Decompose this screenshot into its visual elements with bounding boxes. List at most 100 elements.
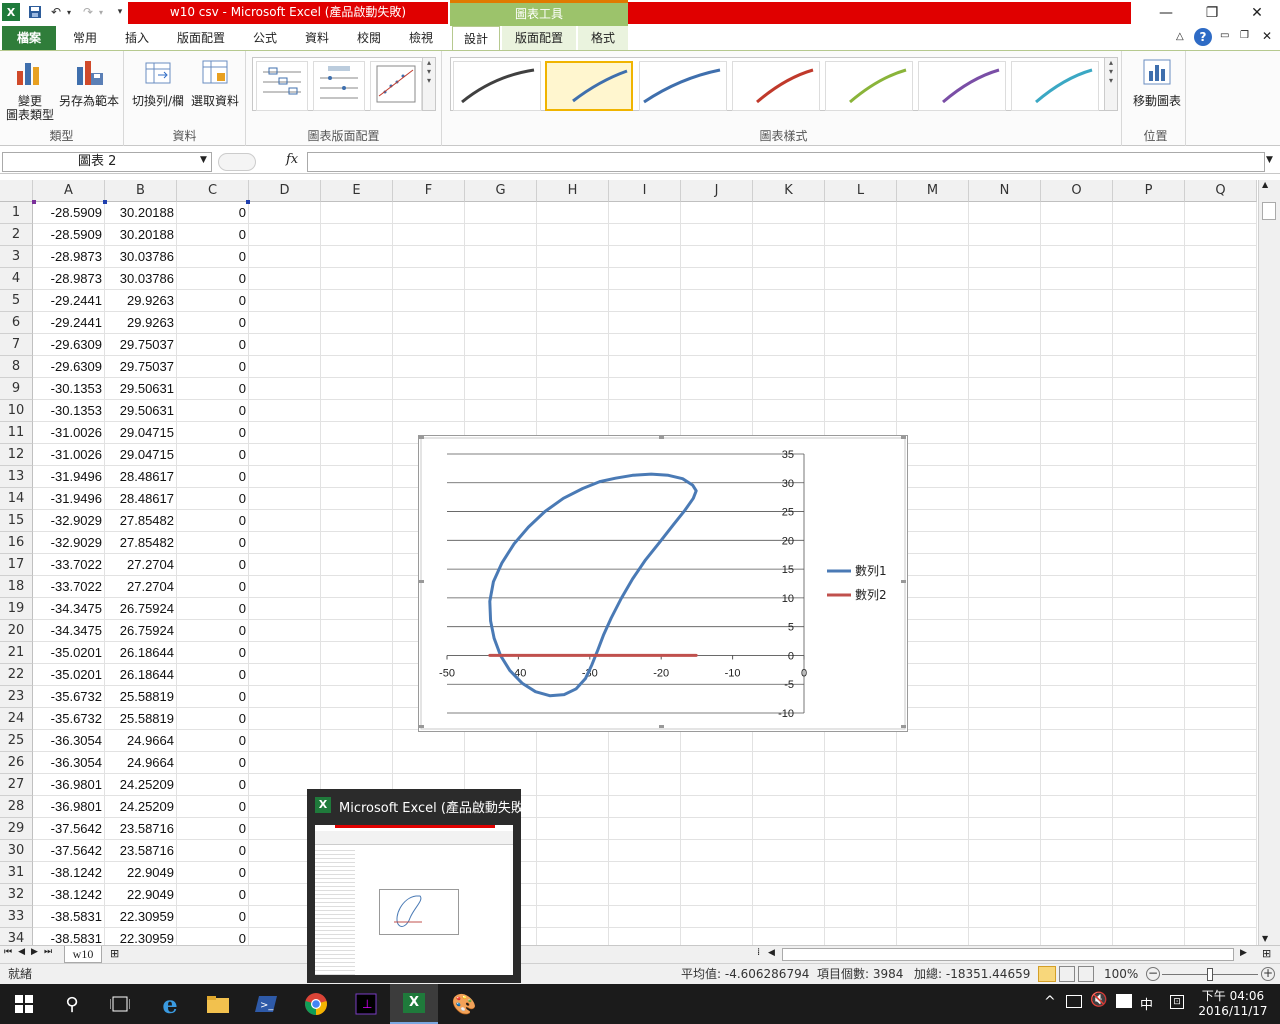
cell-empty[interactable] [825, 356, 897, 378]
cell-empty[interactable] [681, 796, 753, 818]
cell-empty[interactable] [753, 928, 825, 945]
split-tab-handle[interactable]: ⁞ [757, 947, 760, 958]
cell-empty[interactable] [249, 422, 321, 444]
cell-empty[interactable] [465, 224, 537, 246]
cell-empty[interactable] [825, 862, 897, 884]
row-header[interactable]: 22 [0, 664, 33, 686]
column-header-m[interactable]: M [897, 180, 969, 202]
row-header[interactable]: 8 [0, 356, 33, 378]
move-chart-button[interactable]: 移動圖表 [1128, 57, 1186, 108]
cell-empty[interactable] [465, 378, 537, 400]
cell-empty[interactable] [969, 884, 1041, 906]
cell-c8[interactable]: 0 [177, 356, 249, 378]
cell-empty[interactable] [321, 246, 393, 268]
cell-empty[interactable] [465, 202, 537, 224]
select-all-corner[interactable] [0, 180, 33, 202]
cell-empty[interactable] [969, 356, 1041, 378]
cell-empty[interactable] [969, 290, 1041, 312]
row-header[interactable]: 15 [0, 510, 33, 532]
tab-view[interactable]: 檢視 [396, 26, 446, 50]
tab-design[interactable]: 設計 [452, 26, 500, 51]
row-header[interactable]: 18 [0, 576, 33, 598]
cell-empty[interactable] [753, 268, 825, 290]
cell-empty[interactable] [321, 532, 393, 554]
cell-empty[interactable] [1185, 928, 1257, 945]
cell-a2[interactable]: -28.5909 [33, 224, 105, 246]
cell-empty[interactable] [393, 356, 465, 378]
row-header[interactable]: 11 [0, 422, 33, 444]
cell-empty[interactable] [1113, 422, 1185, 444]
cell-b15[interactable]: 27.85482 [105, 510, 177, 532]
cell-a6[interactable]: -29.2441 [33, 312, 105, 334]
cell-empty[interactable] [249, 290, 321, 312]
cell-b18[interactable]: 27.2704 [105, 576, 177, 598]
cell-empty[interactable] [1041, 598, 1113, 620]
cell-empty[interactable] [753, 400, 825, 422]
cell-empty[interactable] [681, 202, 753, 224]
task-view-icon[interactable] [96, 984, 144, 1024]
cell-empty[interactable] [1185, 268, 1257, 290]
cell-empty[interactable] [969, 906, 1041, 928]
cell-empty[interactable] [969, 268, 1041, 290]
cell-empty[interactable] [1041, 620, 1113, 642]
row-header[interactable]: 6 [0, 312, 33, 334]
cell-empty[interactable] [609, 884, 681, 906]
cell-empty[interactable] [249, 356, 321, 378]
undo-icon[interactable]: ↶ [48, 3, 64, 21]
cell-empty[interactable] [825, 378, 897, 400]
column-header-h[interactable]: H [537, 180, 609, 202]
cell-empty[interactable] [321, 686, 393, 708]
cell-empty[interactable] [393, 378, 465, 400]
cell-empty[interactable] [393, 290, 465, 312]
cell-c25[interactable]: 0 [177, 730, 249, 752]
cell-empty[interactable] [537, 356, 609, 378]
tab-home[interactable]: 常用 [60, 26, 110, 50]
scroll-left-icon[interactable]: ◀ [768, 948, 775, 958]
cell-empty[interactable] [1041, 862, 1113, 884]
cell-empty[interactable] [249, 642, 321, 664]
cell-empty[interactable] [393, 730, 465, 752]
cell-empty[interactable] [1041, 466, 1113, 488]
notification-icon[interactable] [1116, 994, 1132, 1008]
cell-empty[interactable] [969, 400, 1041, 422]
cell-b1[interactable]: 30.20188 [105, 202, 177, 224]
scroll-right-icon[interactable]: ▶ [1240, 948, 1247, 958]
cell-empty[interactable] [537, 730, 609, 752]
cell-b21[interactable]: 26.18644 [105, 642, 177, 664]
scroll-up-icon[interactable]: ▲ [1262, 180, 1268, 189]
cell-empty[interactable] [1113, 202, 1185, 224]
cell-c7[interactable]: 0 [177, 334, 249, 356]
cell-empty[interactable] [1041, 334, 1113, 356]
row-header[interactable]: 16 [0, 532, 33, 554]
cell-empty[interactable] [681, 246, 753, 268]
cell-empty[interactable] [609, 862, 681, 884]
cell-c10[interactable]: 0 [177, 400, 249, 422]
cell-empty[interactable] [465, 730, 537, 752]
cell-b33[interactable]: 22.30959 [105, 906, 177, 928]
change-chart-type-button[interactable]: 變更 圖表類型 [4, 57, 56, 122]
cell-b29[interactable]: 23.58716 [105, 818, 177, 840]
cell-c12[interactable]: 0 [177, 444, 249, 466]
cell-b9[interactable]: 29.50631 [105, 378, 177, 400]
cell-c18[interactable]: 0 [177, 576, 249, 598]
cell-empty[interactable] [1041, 774, 1113, 796]
cell-empty[interactable] [321, 554, 393, 576]
help-icon[interactable]: ? [1194, 28, 1212, 46]
cell-empty[interactable] [1113, 884, 1185, 906]
cell-empty[interactable] [249, 730, 321, 752]
cell-empty[interactable] [1041, 268, 1113, 290]
cell-c33[interactable]: 0 [177, 906, 249, 928]
cell-empty[interactable] [1113, 598, 1185, 620]
tab-review[interactable]: 校閱 [344, 26, 394, 50]
cell-empty[interactable] [753, 796, 825, 818]
cell-empty[interactable] [1113, 378, 1185, 400]
cell-b5[interactable]: 29.9263 [105, 290, 177, 312]
cell-empty[interactable] [321, 730, 393, 752]
row-header[interactable]: 17 [0, 554, 33, 576]
cell-empty[interactable] [969, 686, 1041, 708]
cell-b6[interactable]: 29.9263 [105, 312, 177, 334]
cell-empty[interactable] [249, 664, 321, 686]
cell-empty[interactable] [537, 752, 609, 774]
cell-empty[interactable] [1185, 356, 1257, 378]
cell-a33[interactable]: -38.5831 [33, 906, 105, 928]
